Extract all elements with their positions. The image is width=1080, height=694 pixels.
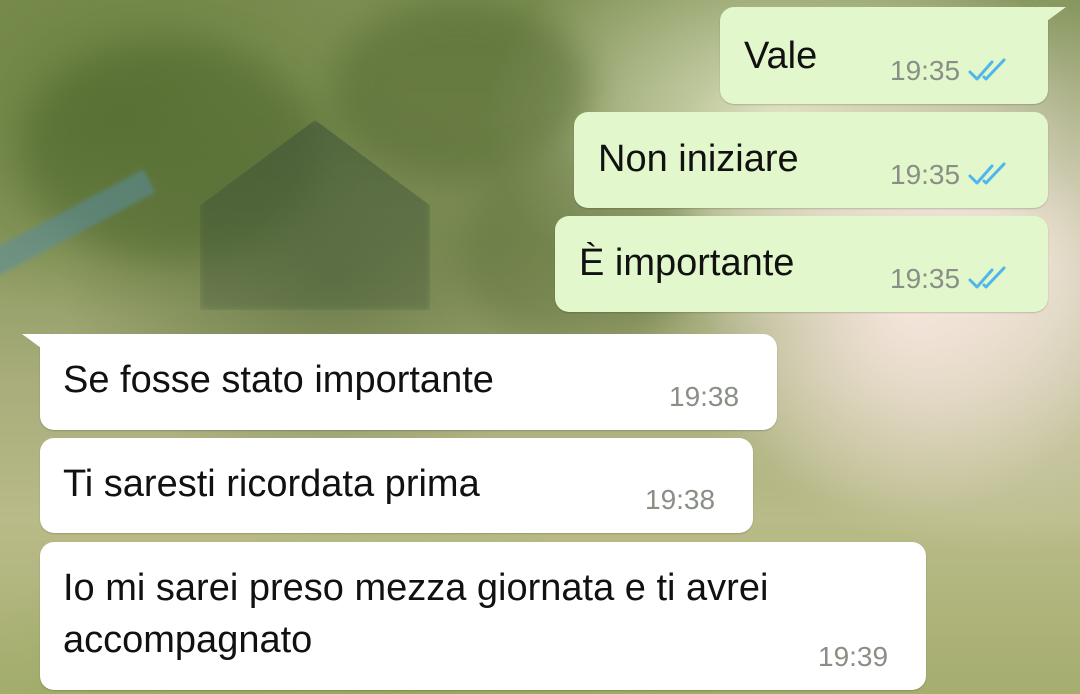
message-text: Ti saresti ricordata prima: [63, 463, 480, 505]
outgoing-message[interactable]: È importante 19:35: [555, 216, 1048, 312]
double-check-read-icon: [968, 162, 1006, 185]
message-text: Se fosse stato importante: [63, 359, 494, 401]
message-time: 19:38: [669, 381, 740, 412]
incoming-message[interactable]: Io mi sarei preso mezza giornata e ti av…: [40, 542, 926, 690]
outgoing-message[interactable]: Vale 19:35: [720, 7, 1066, 104]
message-time: 19:35: [890, 159, 961, 190]
outgoing-message[interactable]: Non iniziare 19:35: [574, 112, 1048, 208]
double-check-read-icon: [968, 58, 1006, 81]
message-text: Non iniziare: [598, 138, 799, 180]
message-time: 19:35: [890, 55, 961, 86]
message-time: 19:35: [890, 263, 961, 294]
incoming-message[interactable]: Se fosse stato importante 19:38: [22, 334, 777, 430]
message-time: 19:39: [818, 641, 889, 672]
message-text: Io mi sarei preso mezza giornata e ti av…: [63, 567, 769, 661]
message-time: 19:38: [645, 484, 716, 515]
incoming-message[interactable]: Ti saresti ricordata prima 19:38: [40, 438, 753, 533]
message-text: Vale: [744, 35, 818, 77]
message-text: È importante: [579, 242, 795, 284]
double-check-read-icon: [968, 266, 1006, 289]
